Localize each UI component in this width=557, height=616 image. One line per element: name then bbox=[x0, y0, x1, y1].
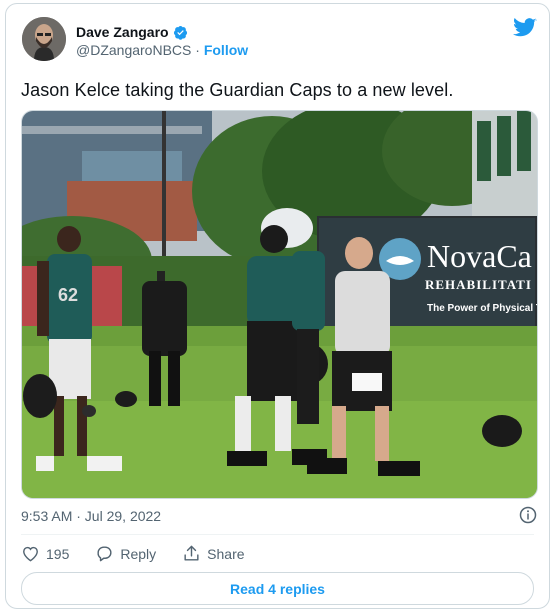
divider bbox=[21, 534, 534, 535]
share-label: Share bbox=[207, 545, 245, 562]
tweet-photo[interactable]: NovaCa REHABILITATI The Power of Physica… bbox=[21, 110, 538, 499]
tweet-text: Jason Kelce taking the Guardian Caps to … bbox=[21, 80, 454, 100]
share-icon bbox=[184, 545, 199, 561]
separator: · bbox=[195, 42, 200, 58]
engagement-bar: 195 Reply Share bbox=[21, 544, 271, 563]
banner-sub-text: REHABILITATI bbox=[425, 277, 532, 292]
author-handle-row: @DZangaroNBCS · Follow bbox=[76, 42, 248, 58]
author-handle[interactable]: @DZangaroNBCS bbox=[76, 42, 191, 58]
read-replies-button[interactable]: Read 4 replies bbox=[21, 572, 534, 605]
reply-button[interactable]: Reply bbox=[95, 544, 156, 563]
like-button[interactable]: 195 bbox=[21, 544, 69, 563]
follow-button[interactable]: Follow bbox=[204, 42, 248, 58]
twitter-bird-icon[interactable] bbox=[513, 18, 537, 38]
like-count: 195 bbox=[46, 545, 70, 562]
tweet-timestamp[interactable]: 9:53 AM · Jul 29, 2022 bbox=[21, 508, 161, 524]
author-name-row[interactable]: Dave Zangaro bbox=[76, 24, 188, 40]
reply-label: Reply bbox=[120, 545, 157, 562]
verified-badge-icon bbox=[173, 25, 187, 40]
tweet-card: Dave Zangaro @DZangaroNBCS · Follow Jaso… bbox=[5, 3, 550, 609]
jersey-number: 62 bbox=[58, 285, 78, 305]
share-button[interactable]: Share bbox=[182, 544, 245, 563]
avatar[interactable] bbox=[22, 17, 66, 61]
banner-tag-text: The Power of Physical Th bbox=[427, 303, 537, 314]
heart-icon bbox=[23, 546, 38, 562]
reply-icon bbox=[97, 546, 112, 562]
info-icon[interactable] bbox=[519, 506, 537, 524]
author-name[interactable]: Dave Zangaro bbox=[76, 24, 169, 40]
banner-brand-text: NovaCa bbox=[427, 238, 532, 274]
